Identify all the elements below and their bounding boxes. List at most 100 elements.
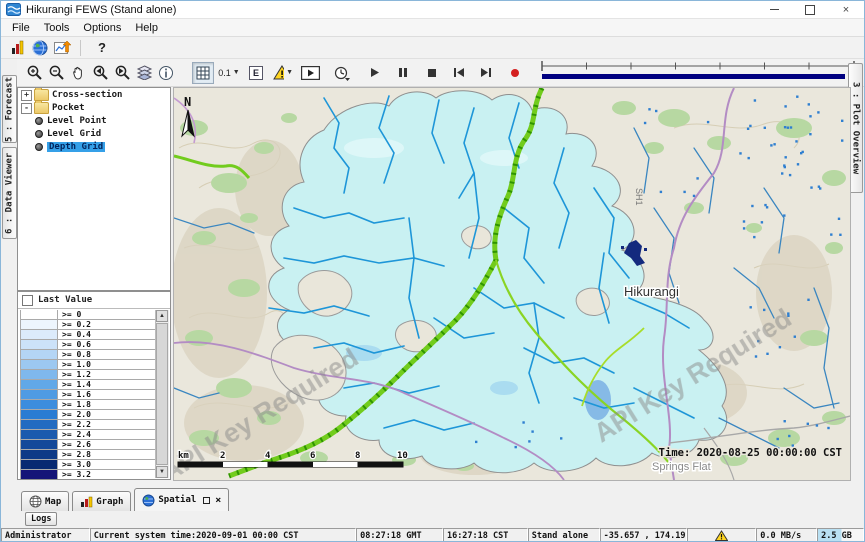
town-label: Hikurangi [624,284,679,299]
float-panel-icon[interactable] [203,497,210,504]
zoom-next-icon[interactable] [112,63,132,83]
status-gmt-time: 08:27:18 GMT [356,528,443,542]
legend-color [21,330,58,339]
grid-display-button[interactable] [192,62,214,84]
legend-label: >= 3.2 [58,470,155,479]
menu-help[interactable]: Help [128,21,165,35]
menu-options[interactable]: Options [76,21,128,35]
tab-spatial-label: Spatial [158,495,196,505]
layers-icon[interactable] [134,63,154,83]
contour-interval-dropdown[interactable]: 0.1 ▼ [219,63,239,83]
svg-text:2: 2 [220,451,225,461]
tab-graph[interactable]: Graph [72,491,131,511]
tree-item-pocket[interactable]: - Pocket [18,102,170,114]
legend-color [21,380,58,389]
legend-color [21,450,58,459]
pause-button[interactable] [393,63,413,83]
last-value-checkbox[interactable] [22,295,33,306]
pan-hand-icon[interactable] [68,63,88,83]
time-settings-icon[interactable] [331,63,351,83]
node-bullet-icon [35,130,43,138]
tab-map[interactable]: Map [21,491,69,511]
legend-label: >= 2.4 [58,430,155,439]
node-bullet-icon [35,117,43,125]
help-icon[interactable]: ? [98,40,106,55]
status-user: Administrator [1,528,90,542]
svg-text:10: 10 [397,451,408,461]
status-memory: 2.5 GB [817,528,864,542]
map-canvas[interactable]: API Key Required API Key Required N SH1 … [174,88,850,480]
collapse-icon[interactable]: - [21,103,32,114]
zoom-previous-icon[interactable] [90,63,110,83]
legend-color [21,420,58,429]
data-tree-panel: + Cross-section - Pocket Level Point Lev… [17,87,171,291]
step-back-button[interactable] [449,63,469,83]
minimize-button[interactable] [756,1,792,18]
legend-color [21,390,58,399]
close-panel-icon[interactable]: × [215,495,221,506]
status-local-time: 16:27:18 CST [443,528,528,542]
tree-item-level-point[interactable]: Level Point [18,115,170,127]
expand-icon[interactable]: + [21,90,32,101]
map-view[interactable]: API Key Required API Key Required N SH1 … [173,87,851,481]
tab-forecast-label: 5 : Forecast [5,76,15,141]
animation-panel-button[interactable] [300,63,320,83]
legend-label: >= 0 [58,310,155,319]
step-forward-button[interactable] [476,63,496,83]
status-mode: Stand alone [528,528,600,542]
scroll-down-icon[interactable]: ▼ [156,466,168,478]
legend-scrollbar[interactable]: ▲ ▼ [155,310,169,478]
globe-icon[interactable] [30,38,50,58]
svg-text:6: 6 [310,451,315,461]
tree-item-depth-grid[interactable]: Depth Grid [18,141,170,153]
status-network-speed: 0.0 MB/s [756,528,817,542]
close-button[interactable]: × [828,1,864,18]
maximize-button[interactable] [792,1,828,18]
bar-chart-icon [80,496,93,508]
view-tabs: Map Graph Spatial × [1,488,864,511]
record-button[interactable] [505,63,525,83]
logs-button[interactable]: Logs [25,512,57,526]
legend-color [21,470,58,479]
legend-color [21,410,58,419]
tab-plot-overview-label: 3 : Plot Overview [851,82,861,174]
legend-label: >= 1.2 [58,370,155,379]
stop-button[interactable] [422,63,442,83]
explorer-icon[interactable] [8,38,28,58]
info-icon[interactable] [156,63,176,83]
play-button[interactable] [364,63,384,83]
scroll-up-icon[interactable]: ▲ [156,310,168,322]
legend-button[interactable]: E [246,63,266,83]
legend-label: >= 1.4 [58,380,155,389]
wire-globe-icon [29,495,42,508]
zoom-out-icon[interactable] [46,63,66,83]
timeline-slider[interactable] [538,58,858,87]
tree-item-level-grid[interactable]: Level Grid [18,128,170,140]
menu-tools[interactable]: Tools [37,21,77,35]
app-icon [6,3,21,16]
warning-dropdown[interactable]: ▼ [273,63,293,83]
legend-label: >= 1.6 [58,390,155,399]
scroll-thumb[interactable] [156,323,168,465]
legend-label: >= 0.2 [58,320,155,329]
menu-file[interactable]: File [5,21,37,35]
tab-spatial[interactable]: Spatial × [134,488,229,511]
legend-color [21,370,58,379]
window-title: Hikurangi FEWS (Stand alone) [26,4,176,16]
globe-icon [142,494,155,507]
tab-map-label: Map [45,497,61,507]
status-system-time: Current system time:2020-09-01 00:00 CST [90,528,356,542]
svg-text:8: 8 [355,451,360,461]
map-time-label: Time: 2020-08-25 00:00:00 CST [659,447,842,459]
legend-color [21,430,58,439]
tab-forecast[interactable]: 5 : Forecast [2,75,17,143]
zoom-in-icon[interactable] [24,63,44,83]
svg-text:4: 4 [265,451,271,461]
status-warning-cell[interactable] [687,528,756,542]
legend-label: >= 2.0 [58,410,155,419]
timeseries-icon[interactable] [52,38,72,58]
legend-label: >= 2.6 [58,440,155,449]
last-value-row: Last Value [18,292,170,309]
tree-item-label: Level Grid [47,129,101,139]
tab-data-viewer[interactable]: 6 : Data Viewer [2,147,17,239]
